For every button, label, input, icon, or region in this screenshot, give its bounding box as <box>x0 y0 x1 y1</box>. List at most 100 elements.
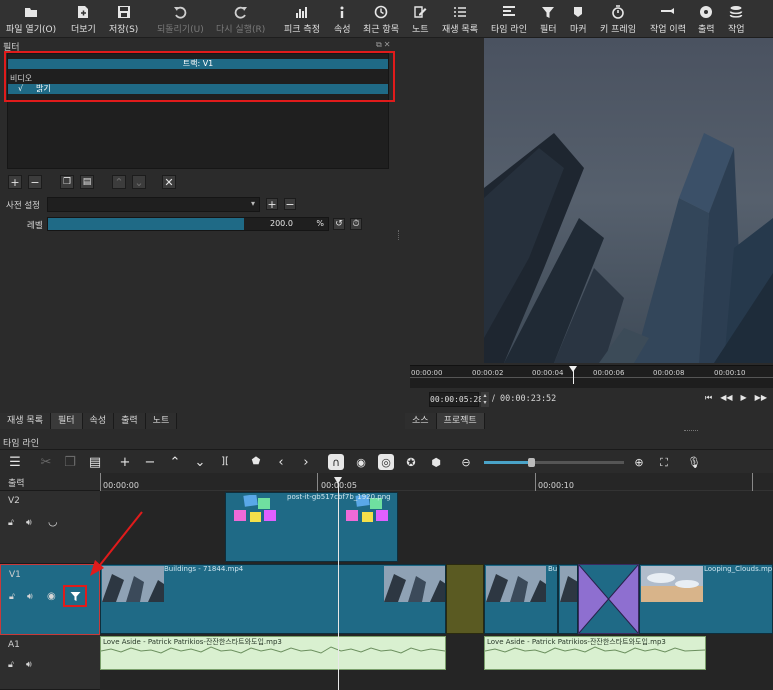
zoom-slider-handle[interactable] <box>528 458 535 467</box>
timeline-tracks[interactable]: 출력 00:00:00 00:00:05 00:00:10 V2 🔓︎ 🔊︎ ◡ <box>0 473 773 690</box>
track-lane-v1[interactable]: Buildings - 71844.mp4 Bu Looping_Clouds.… <box>100 564 773 635</box>
tab-export[interactable]: 출력 <box>114 413 146 429</box>
save-button[interactable]: 저장(S) <box>109 0 138 38</box>
close-icon[interactable]: ✕ <box>384 40 391 50</box>
scrub-button[interactable]: ◉ <box>353 454 369 470</box>
open-other-button[interactable]: 더보기 <box>71 0 96 38</box>
transition-clip[interactable] <box>578 564 639 634</box>
preset-combobox[interactable]: ▾ <box>47 197 260 212</box>
timeline-playhead[interactable] <box>338 483 339 690</box>
splitter-handle[interactable] <box>398 230 400 240</box>
speaker-icon[interactable]: 🔊︎ <box>26 660 32 670</box>
track-filter-indicator[interactable] <box>63 585 87 607</box>
export-button[interactable]: 출력 <box>698 0 715 38</box>
split-button[interactable]: ][ <box>217 454 233 470</box>
track-header-v1[interactable]: V1 🔓︎ 🔊︎ ◉ <box>0 564 100 635</box>
zoom-slider[interactable] <box>484 458 624 467</box>
add-filter-button[interactable]: + <box>8 175 22 189</box>
tab-properties[interactable]: 속성 <box>82 413 115 429</box>
ripple-markers-button[interactable]: ⬢ <box>428 454 444 470</box>
fast-forward-icon[interactable]: ▶▶ <box>755 393 767 403</box>
hidden-eye-icon[interactable]: ◡ <box>48 515 58 528</box>
save-preset-button[interactable]: + <box>266 198 278 210</box>
append-button[interactable]: + <box>117 454 133 470</box>
clip-short[interactable] <box>558 564 578 634</box>
lock-icon[interactable]: 🔓︎ <box>8 660 14 670</box>
markers-button[interactable]: 마커 <box>570 0 587 38</box>
tab-project[interactable]: 프로젝트 <box>436 413 485 429</box>
copy-filter-button[interactable]: ❐ <box>60 175 74 189</box>
keyframe-level-button[interactable]: ⏱ <box>350 218 362 230</box>
track-header-v2[interactable]: V2 🔓︎ 🔊︎ ◡ <box>0 491 100 564</box>
move-up-button[interactable]: ⌃ <box>112 175 126 189</box>
reset-level-button[interactable]: ↺ <box>333 218 345 230</box>
peak-meter-button[interactable]: 피크 측정 <box>284 0 320 38</box>
ripple-button[interactable]: ◎ <box>378 454 394 470</box>
delete-preset-button[interactable]: − <box>284 198 296 210</box>
tab-source[interactable]: 소스 <box>405 413 437 429</box>
jobs-button[interactable]: 작업 <box>728 0 745 38</box>
rewind-icon[interactable]: ◀◀ <box>720 393 732 403</box>
float-icon[interactable]: ⧉ <box>376 40 382 50</box>
speaker-icon[interactable]: 🔊︎ <box>26 518 32 528</box>
filters-button[interactable]: 필터 <box>540 0 557 38</box>
tab-notes[interactable]: 노트 <box>145 413 178 429</box>
lift-button[interactable]: ⌃ <box>167 454 183 470</box>
history-button[interactable]: 작업 이력 <box>650 0 686 38</box>
redo-button[interactable]: 다시 실행(R) <box>216 0 265 38</box>
timeline-button[interactable]: 타임 라인 <box>491 0 527 38</box>
tab-playlist[interactable]: 재생 목록 <box>0 413 51 429</box>
add-marker-button[interactable]: ⬟ <box>248 454 264 470</box>
move-down-button[interactable]: ⌄ <box>132 175 146 189</box>
ripple-all-button[interactable]: ✪ <box>403 454 419 470</box>
remove-button[interactable]: − <box>142 454 158 470</box>
remove-filter-button[interactable]: − <box>28 175 42 189</box>
undo-button[interactable]: 되돌리기(U) <box>157 0 204 38</box>
lock-icon[interactable]: 🔓︎ <box>8 518 14 528</box>
clip-postit[interactable]: post-it-gb517cbf7b_1920.png <box>225 492 398 562</box>
speaker-icon[interactable]: 🔊︎ <box>27 592 33 602</box>
lock-icon[interactable]: 🔓︎ <box>9 592 15 602</box>
recent-button[interactable]: 최근 항목 <box>363 0 399 38</box>
zoom-out-button[interactable]: ⊖ <box>458 454 474 470</box>
next-marker-button[interactable]: › <box>298 454 314 470</box>
audio-clip-1[interactable]: Love Aside - Patrick Patrikios-잔잔한스타트와도입… <box>100 636 446 670</box>
play-icon[interactable]: ▶ <box>741 393 747 403</box>
level-slider[interactable]: 200.0 % <box>47 217 329 231</box>
record-audio-button[interactable]: 🎙 <box>686 454 702 470</box>
previous-marker-button[interactable]: ‹ <box>273 454 289 470</box>
player-ruler[interactable]: 00:00:00 00:00:02 00:00:04 00:00:06 00:0… <box>410 365 773 388</box>
clip-buildings-2[interactable]: Bu <box>484 564 558 634</box>
clip-clouds[interactable]: Looping_Clouds.mp <box>639 564 773 634</box>
track-lane-v2[interactable]: post-it-gb517cbf7b_1920.png <box>100 491 773 564</box>
snap-button[interactable]: ∩ <box>328 454 344 470</box>
eye-icon[interactable]: ◉ <box>47 591 56 602</box>
timeline-ruler[interactable]: 00:00:00 00:00:05 00:00:10 <box>100 473 773 491</box>
tab-filters[interactable]: 필터 <box>50 413 83 429</box>
properties-button[interactable]: 속성 <box>334 0 351 38</box>
clip-buildings[interactable]: Buildings - 71844.mp4 <box>100 564 446 634</box>
zoom-fit-button[interactable]: ⛶ <box>656 454 672 470</box>
paste-button[interactable]: ▤ <box>87 454 103 470</box>
panel-float-close-buttons[interactable]: ⧉ ✕ <box>376 40 396 50</box>
overwrite-button[interactable]: ⌄ <box>192 454 208 470</box>
current-timecode[interactable]: 00:00:05:28 <box>429 392 483 407</box>
paste-filter-button[interactable]: ▤ <box>80 175 94 189</box>
keyframes-button[interactable]: 키 프레임 <box>600 0 636 38</box>
skip-previous-icon[interactable]: ⏮ <box>705 393 712 403</box>
zoom-in-button[interactable]: ⊕ <box>631 454 647 470</box>
timecode-spinner[interactable]: ▴ ▾ <box>481 392 489 407</box>
track-header-a1[interactable]: A1 🔓︎ 🔊︎ <box>0 635 100 690</box>
audio-clip-2[interactable]: Love Aside - Patrick Patrikios-잔잔한스타트와도입… <box>484 636 706 670</box>
playlist-button[interactable]: 재생 목록 <box>442 0 478 38</box>
deselect-filter-button[interactable]: ✕ <box>162 175 176 189</box>
open-file-button[interactable]: 파일 열기(O) <box>6 0 56 38</box>
video-preview[interactable] <box>484 38 773 363</box>
track-lane-a1[interactable]: Love Aside - Patrick Patrikios-잔잔한스타트와도입… <box>100 635 773 690</box>
copy-button[interactable]: ❐ <box>62 454 78 470</box>
notes-button[interactable]: 노트 <box>412 0 429 38</box>
timeline-menu-button[interactable]: ☰ <box>7 454 23 470</box>
dock-resize-handle[interactable] <box>684 430 698 431</box>
blank-gap-clip[interactable] <box>446 564 484 634</box>
cut-button[interactable]: ✂ <box>38 454 54 470</box>
